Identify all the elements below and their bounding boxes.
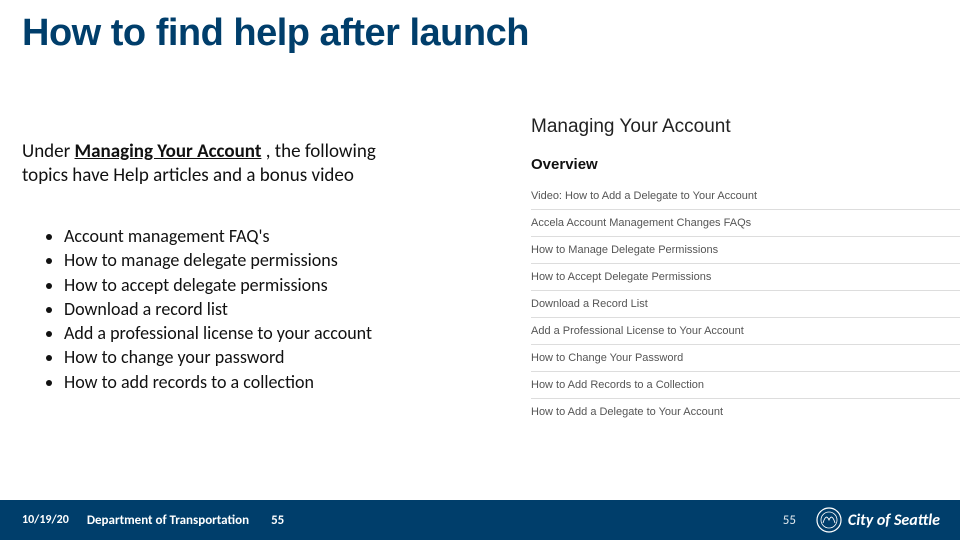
- footer-bar: 10/19/20 Department of Transportation 55…: [0, 500, 960, 540]
- footer-page-right: 55: [783, 513, 796, 528]
- intro-pre: Under: [22, 140, 75, 163]
- list-item: Download a record list: [64, 297, 418, 321]
- footer-department: Department of Transportation: [87, 513, 249, 528]
- footer-page: 55: [271, 513, 284, 528]
- intro-text: Under Managing Your Account , the follow…: [22, 140, 382, 188]
- panel-overview: Overview: [531, 156, 960, 173]
- panel-row: How to Manage Delegate Permissions: [531, 237, 960, 264]
- list-item: How to manage delegate permissions: [64, 248, 418, 272]
- help-panel: Managing Your Account Overview Video: Ho…: [530, 108, 960, 488]
- panel-row: How to Add a Delegate to Your Account: [531, 399, 960, 425]
- panel-header: Managing Your Account: [531, 116, 960, 138]
- list-item: How to accept delegate permissions: [64, 273, 418, 297]
- panel-row: Video: How to Add a Delegate to Your Acc…: [531, 183, 960, 210]
- panel-row: Accela Account Management Changes FAQs: [531, 210, 960, 237]
- list-item: Add a professional license to your accou…: [64, 321, 418, 345]
- list-item: How to change your password: [64, 345, 418, 369]
- logo-text: City of Seattle: [848, 511, 940, 530]
- panel-row: How to Change Your Password: [531, 345, 960, 372]
- panel-row: How to Accept Delegate Permissions: [531, 264, 960, 291]
- panel-row: How to Add Records to a Collection: [531, 372, 960, 399]
- intro-link: Managing Your Account: [75, 140, 262, 163]
- seal-icon: [816, 507, 842, 533]
- footer-date: 10/19/20: [22, 513, 69, 527]
- list-item: How to add records to a collection: [64, 370, 418, 394]
- bullet-list: Account management FAQ's How to manage d…: [48, 224, 418, 394]
- city-logo: City of Seattle: [816, 507, 940, 533]
- panel-row: Add a Professional License to Your Accou…: [531, 318, 960, 345]
- slide: How to find help after launch Under Mana…: [0, 0, 960, 540]
- slide-title: How to find help after launch: [22, 14, 529, 54]
- panel-row: Download a Record List: [531, 291, 960, 318]
- list-item: Account management FAQ's: [64, 224, 418, 248]
